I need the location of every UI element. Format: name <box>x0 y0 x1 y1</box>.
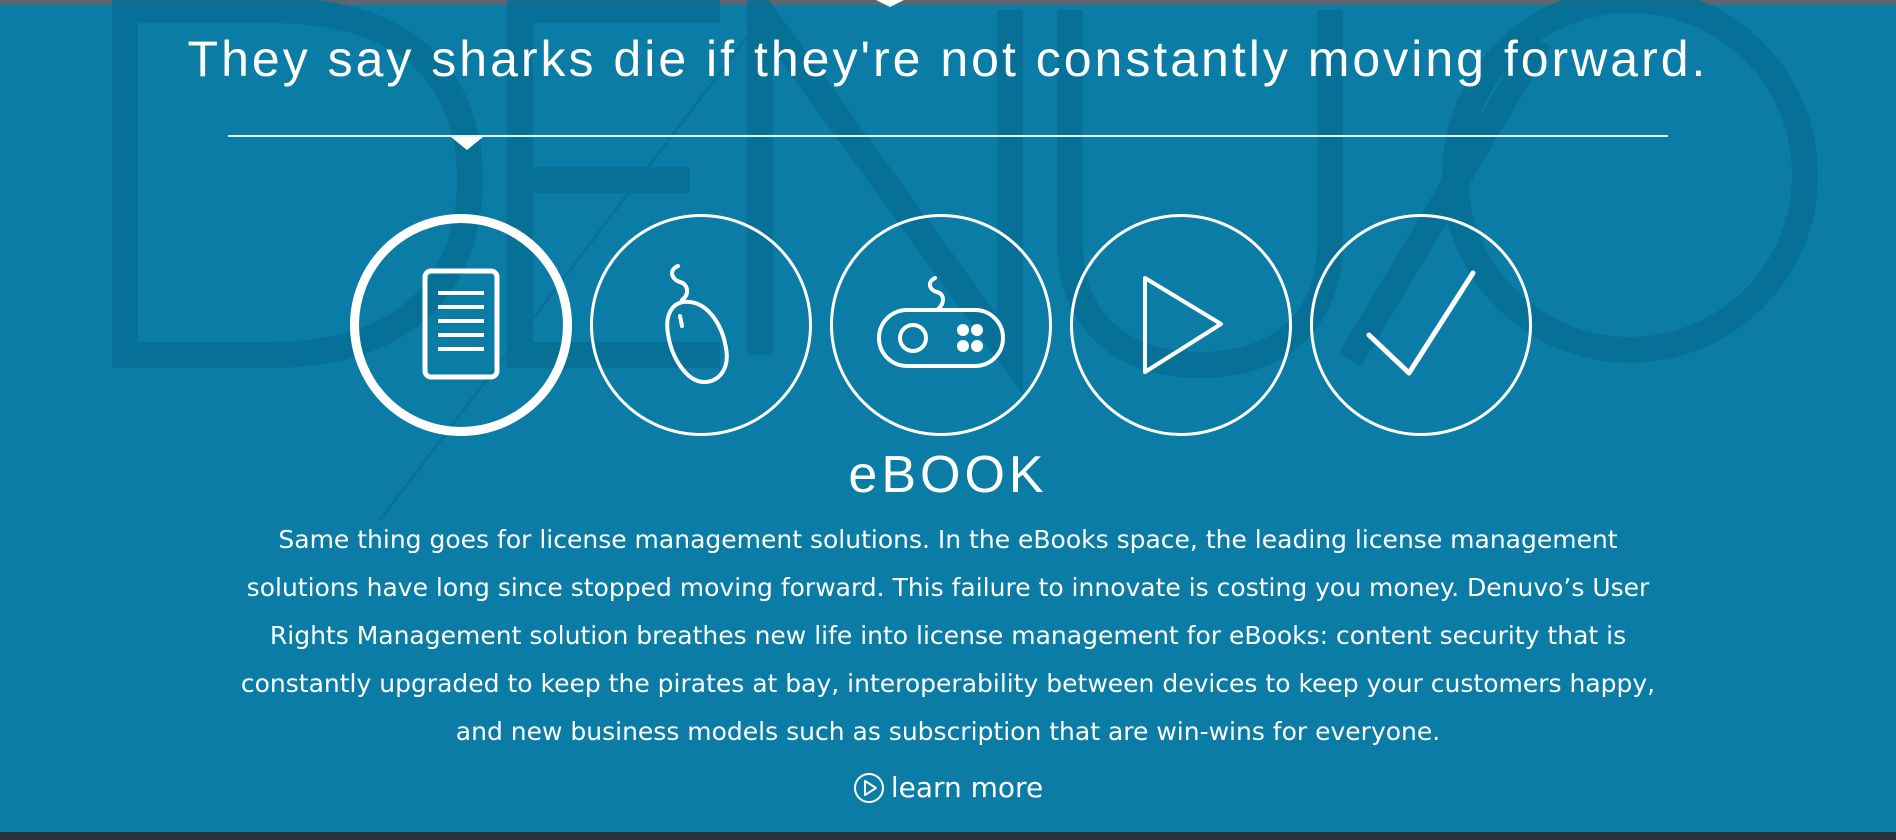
play-icon <box>1143 276 1223 374</box>
product-description: Same thing goes for license management s… <box>240 525 1656 746</box>
active-pointer <box>451 137 483 150</box>
learn-more-link[interactable]: learn more <box>853 771 1043 804</box>
headline: They say sharks die if they're not const… <box>187 31 1709 87</box>
product-icon-row <box>350 214 1540 440</box>
gamepad-tab[interactable] <box>830 214 1052 436</box>
learn-more-label: learn more <box>890 771 1044 804</box>
checkmark-tab[interactable] <box>1310 214 1532 436</box>
mouse-icon <box>665 264 729 385</box>
product-title: eBOOK <box>848 446 1048 504</box>
play-circle-icon <box>853 772 884 803</box>
learn-more-link-wrapper: learn more <box>0 771 1896 811</box>
divider-line <box>228 135 1668 137</box>
mouse-tab[interactable] <box>590 214 812 436</box>
play-tab[interactable] <box>1070 214 1292 436</box>
ebook-icon <box>422 268 500 380</box>
gamepad-icon <box>877 276 1005 368</box>
checkmark-icon <box>1366 270 1476 376</box>
ebook-tab[interactable] <box>350 214 572 436</box>
bottom-strip <box>0 832 1896 840</box>
